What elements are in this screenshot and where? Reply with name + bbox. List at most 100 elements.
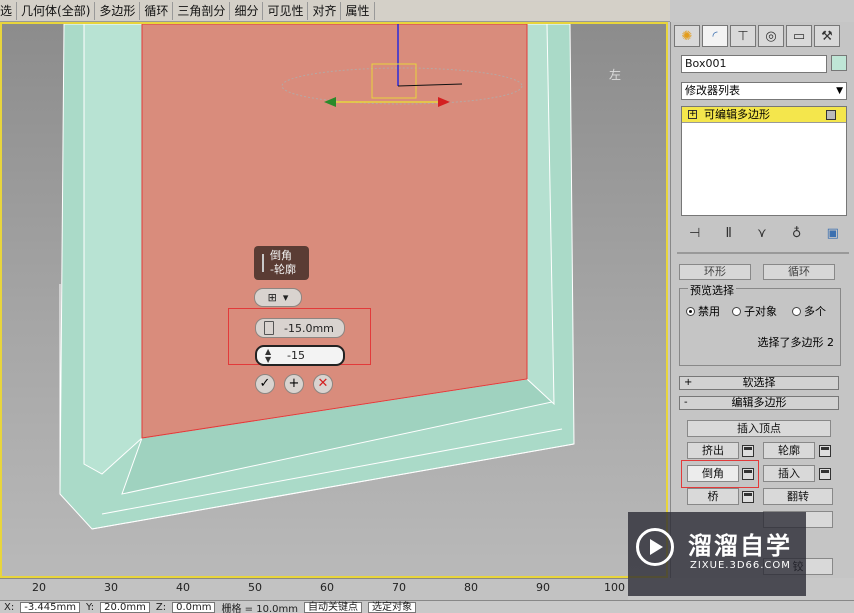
expand-icon: + [684, 377, 693, 388]
soft-selection-rollout[interactable]: + 软选择 [679, 376, 839, 390]
tab-modify[interactable]: ◜ [702, 25, 728, 47]
preview-multi-radio[interactable]: 多个 [792, 303, 826, 319]
tick-label: 20 [32, 581, 46, 594]
stack-entry-label: 可编辑多边形 [704, 108, 770, 121]
menu-item-properties[interactable]: 属性 [341, 1, 375, 20]
plus-icon: + [288, 376, 300, 391]
show-end-icon[interactable]: Ⅱ [726, 226, 732, 241]
y-coord-label: Y: [85, 601, 95, 613]
bridge-button[interactable]: 桥 [687, 488, 739, 505]
caddy-ok-button[interactable]: ✓ [255, 374, 275, 394]
tick-label: 60 [320, 581, 334, 594]
ring-button[interactable]: 环形 [679, 264, 751, 280]
ring-button-label: 环形 [704, 265, 726, 278]
tick-label: 80 [464, 581, 478, 594]
selection-status: 选择了多边形 2 [757, 336, 835, 349]
selected-face [141, 24, 528, 439]
insert-vertex-label: 插入顶点 [737, 422, 781, 435]
preview-subobject-radio[interactable]: 子对象 [732, 303, 777, 319]
object-name-value: Box001 [685, 57, 727, 70]
tick-label: 30 [104, 581, 118, 594]
display-toggle-icon[interactable] [826, 110, 836, 120]
menu-item-loops[interactable]: 循环 [140, 1, 174, 20]
command-panel-tabs: ✺ ◜ ⊤ ◎ ▭ ⚒ [671, 22, 854, 47]
hammer-icon: ⚒ [821, 28, 833, 44]
bevel-outline-field[interactable]: ▲ ▼ -15 [255, 345, 345, 366]
inset-label: 插入 [778, 467, 800, 480]
menu-item-align[interactable]: 对齐 [308, 1, 342, 20]
spinner-icon[interactable]: ▲ ▼ [265, 348, 271, 364]
menu-item-subdivision[interactable]: 细分 [230, 1, 264, 20]
hierarchy-icon: ⊤ [737, 28, 749, 44]
tick-label: 90 [536, 581, 550, 594]
tick-label: 40 [176, 581, 190, 594]
preview-multi-label: 多个 [804, 305, 826, 318]
radio-dot-icon [686, 306, 695, 316]
outline-button[interactable]: 轮廓 [763, 442, 815, 459]
bevel-height-field[interactable]: -15.0mm [255, 318, 345, 338]
make-unique-icon[interactable]: ⋎ [757, 226, 767, 241]
modifier-list-dropdown[interactable]: 修改器列表 ▼ [681, 82, 847, 100]
check-icon: ✓ [259, 376, 271, 391]
menu-item-select[interactable]: 选 [0, 1, 18, 20]
bevel-type-dropdown[interactable]: ⊞ ▾ [254, 288, 302, 307]
edit-polygons-rollout[interactable]: - 编辑多边形 [679, 396, 839, 410]
pin-icon[interactable]: ⊣ [689, 226, 700, 241]
menu-item-geometry[interactable]: 几何体(全部) [17, 1, 96, 20]
close-icon: ✕ [317, 376, 329, 391]
expand-icon[interactable]: + [688, 110, 697, 119]
motion-icon: ◎ [765, 28, 777, 44]
tab-utilities[interactable]: ⚒ [814, 25, 840, 47]
tab-display[interactable]: ▭ [786, 25, 812, 47]
y-coord-field[interactable]: 20.0mm [100, 601, 150, 613]
remove-icon[interactable]: ♁ [792, 226, 802, 241]
extrude-button[interactable]: 挤出 [687, 442, 739, 459]
inset-button[interactable]: 插入 [763, 465, 815, 482]
modifier-list-label: 修改器列表 [685, 84, 740, 97]
curve-icon: ◜ [712, 28, 718, 44]
timeline-ruler[interactable]: 20 30 40 50 60 70 80 90 100 [0, 578, 628, 600]
collapse-icon: - [684, 397, 688, 408]
caddy-apply-button[interactable]: + [284, 374, 304, 394]
z-coord-label: Z: [155, 601, 167, 613]
loop-button[interactable]: 循环 [763, 264, 835, 280]
panel-divider [677, 252, 849, 254]
tab-motion[interactable]: ◎ [758, 25, 784, 47]
bridge-settings-icon[interactable] [742, 491, 754, 503]
preview-selection-label: 预览选择 [688, 282, 736, 298]
selection-set-dropdown[interactable]: 选定对象 [367, 601, 416, 613]
tab-hierarchy[interactable]: ⊤ [730, 25, 756, 47]
menu-item-visibility[interactable]: 可见性 [263, 1, 309, 20]
z-coord-field[interactable]: 0.0mm [172, 601, 216, 613]
menu-item-polygons[interactable]: 多边形 [95, 1, 141, 20]
inset-settings-icon[interactable] [819, 468, 831, 480]
view-cube[interactable]: 左 [596, 66, 634, 90]
x-coord-label: X: [4, 601, 15, 613]
extrude-settings-icon[interactable] [742, 445, 754, 457]
tab-create[interactable]: ✺ [674, 25, 700, 47]
tick-label: 50 [248, 581, 262, 594]
caddy-cancel-button[interactable]: ✕ [313, 374, 333, 394]
configure-icon[interactable]: ▣ [827, 226, 839, 241]
preview-disabled-radio[interactable]: 禁用 [686, 303, 720, 319]
x-coord-field[interactable]: -3.445mm [20, 601, 80, 613]
auto-key-button[interactable]: 自动关键点 [303, 601, 362, 613]
flip-button[interactable]: 翻转 [763, 488, 833, 505]
perspective-viewport[interactable]: 左 [0, 22, 668, 578]
outline-settings-icon[interactable] [819, 445, 831, 457]
sun-icon: ✺ [681, 28, 693, 44]
modifier-stack: + 可编辑多边形 [681, 106, 847, 216]
stack-entry-editable-poly[interactable]: + 可编辑多边形 [682, 107, 846, 123]
insert-vertex-button[interactable]: 插入顶点 [687, 420, 831, 437]
extrude-label: 挤出 [702, 444, 724, 457]
command-panel: ✺ ◜ ⊤ ◎ ▭ ⚒ Box001 修改器列表 ▼ + 可编辑多边形 ⊣ Ⅱ … [670, 22, 854, 578]
chevron-down-icon: ▼ [836, 86, 843, 96]
menu-item-triangulation[interactable]: 三角剖分 [173, 1, 231, 20]
object-color-swatch[interactable] [831, 55, 847, 71]
object-name-field[interactable]: Box001 [681, 55, 827, 73]
display-icon: ▭ [792, 28, 806, 44]
frame-bevel-left [83, 24, 143, 475]
watermark-url: ZIXUE.3D66.COM [690, 560, 791, 571]
grid-size-label: 栅格 = 10.0mm [221, 603, 298, 613]
loop-button-label: 循环 [788, 265, 810, 278]
